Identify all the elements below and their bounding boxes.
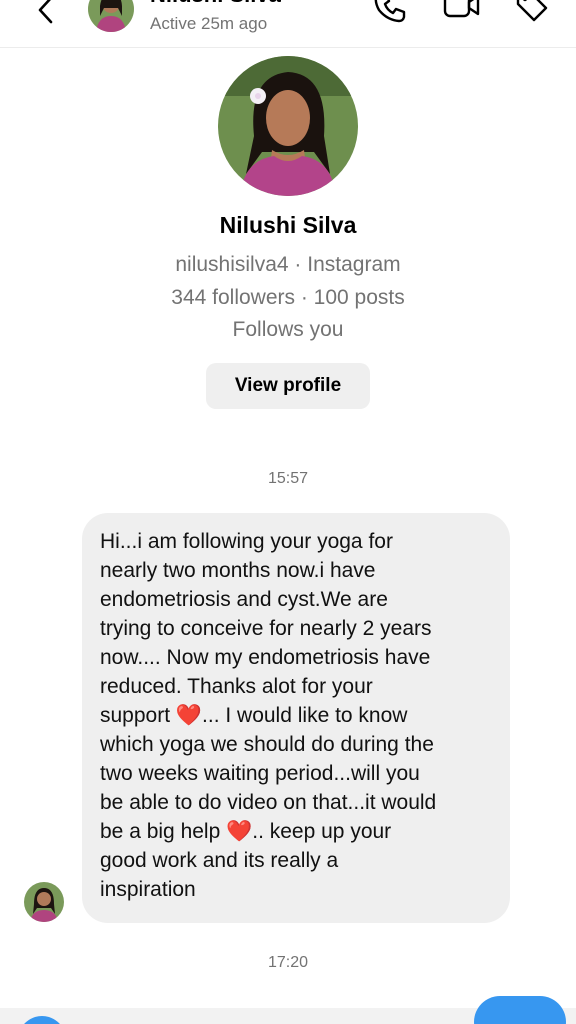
message-timestamp: 15:57	[267, 470, 309, 487]
message-bubble[interactable]: Hi...i am following your yoga for nearly…	[82, 513, 510, 923]
profile-name: Nilushi Silva	[219, 212, 357, 238]
tag-icon	[516, 0, 548, 22]
chat-header: Nilushi Silva Active 25m ago	[0, 0, 576, 48]
message-timestamp: 17:20	[267, 954, 309, 971]
message-text: Hi...i am following your yoga for nearly…	[100, 530, 437, 901]
label-button[interactable]	[512, 0, 552, 26]
send-button[interactable]	[474, 996, 566, 1024]
header-avatar[interactable]	[88, 0, 134, 32]
profile-avatar[interactable]	[218, 56, 358, 196]
follows-you-label: Follows you	[232, 318, 344, 341]
audio-call-button[interactable]	[370, 0, 410, 26]
back-button[interactable]	[28, 0, 64, 32]
video-camera-icon	[443, 0, 480, 18]
active-status: Active 25m ago	[150, 14, 268, 33]
profile-stats: 344 followers · 100 posts	[171, 286, 405, 309]
view-profile-button[interactable]: View profile	[206, 363, 370, 409]
header-contact-name[interactable]: Nilushi Silva	[150, 0, 281, 8]
profile-handle: nilushisilva4 · Instagram	[175, 253, 401, 276]
sender-avatar[interactable]	[24, 882, 64, 922]
video-call-button[interactable]	[442, 0, 482, 26]
phone-icon	[374, 0, 406, 23]
chevron-left-icon	[38, 0, 53, 24]
